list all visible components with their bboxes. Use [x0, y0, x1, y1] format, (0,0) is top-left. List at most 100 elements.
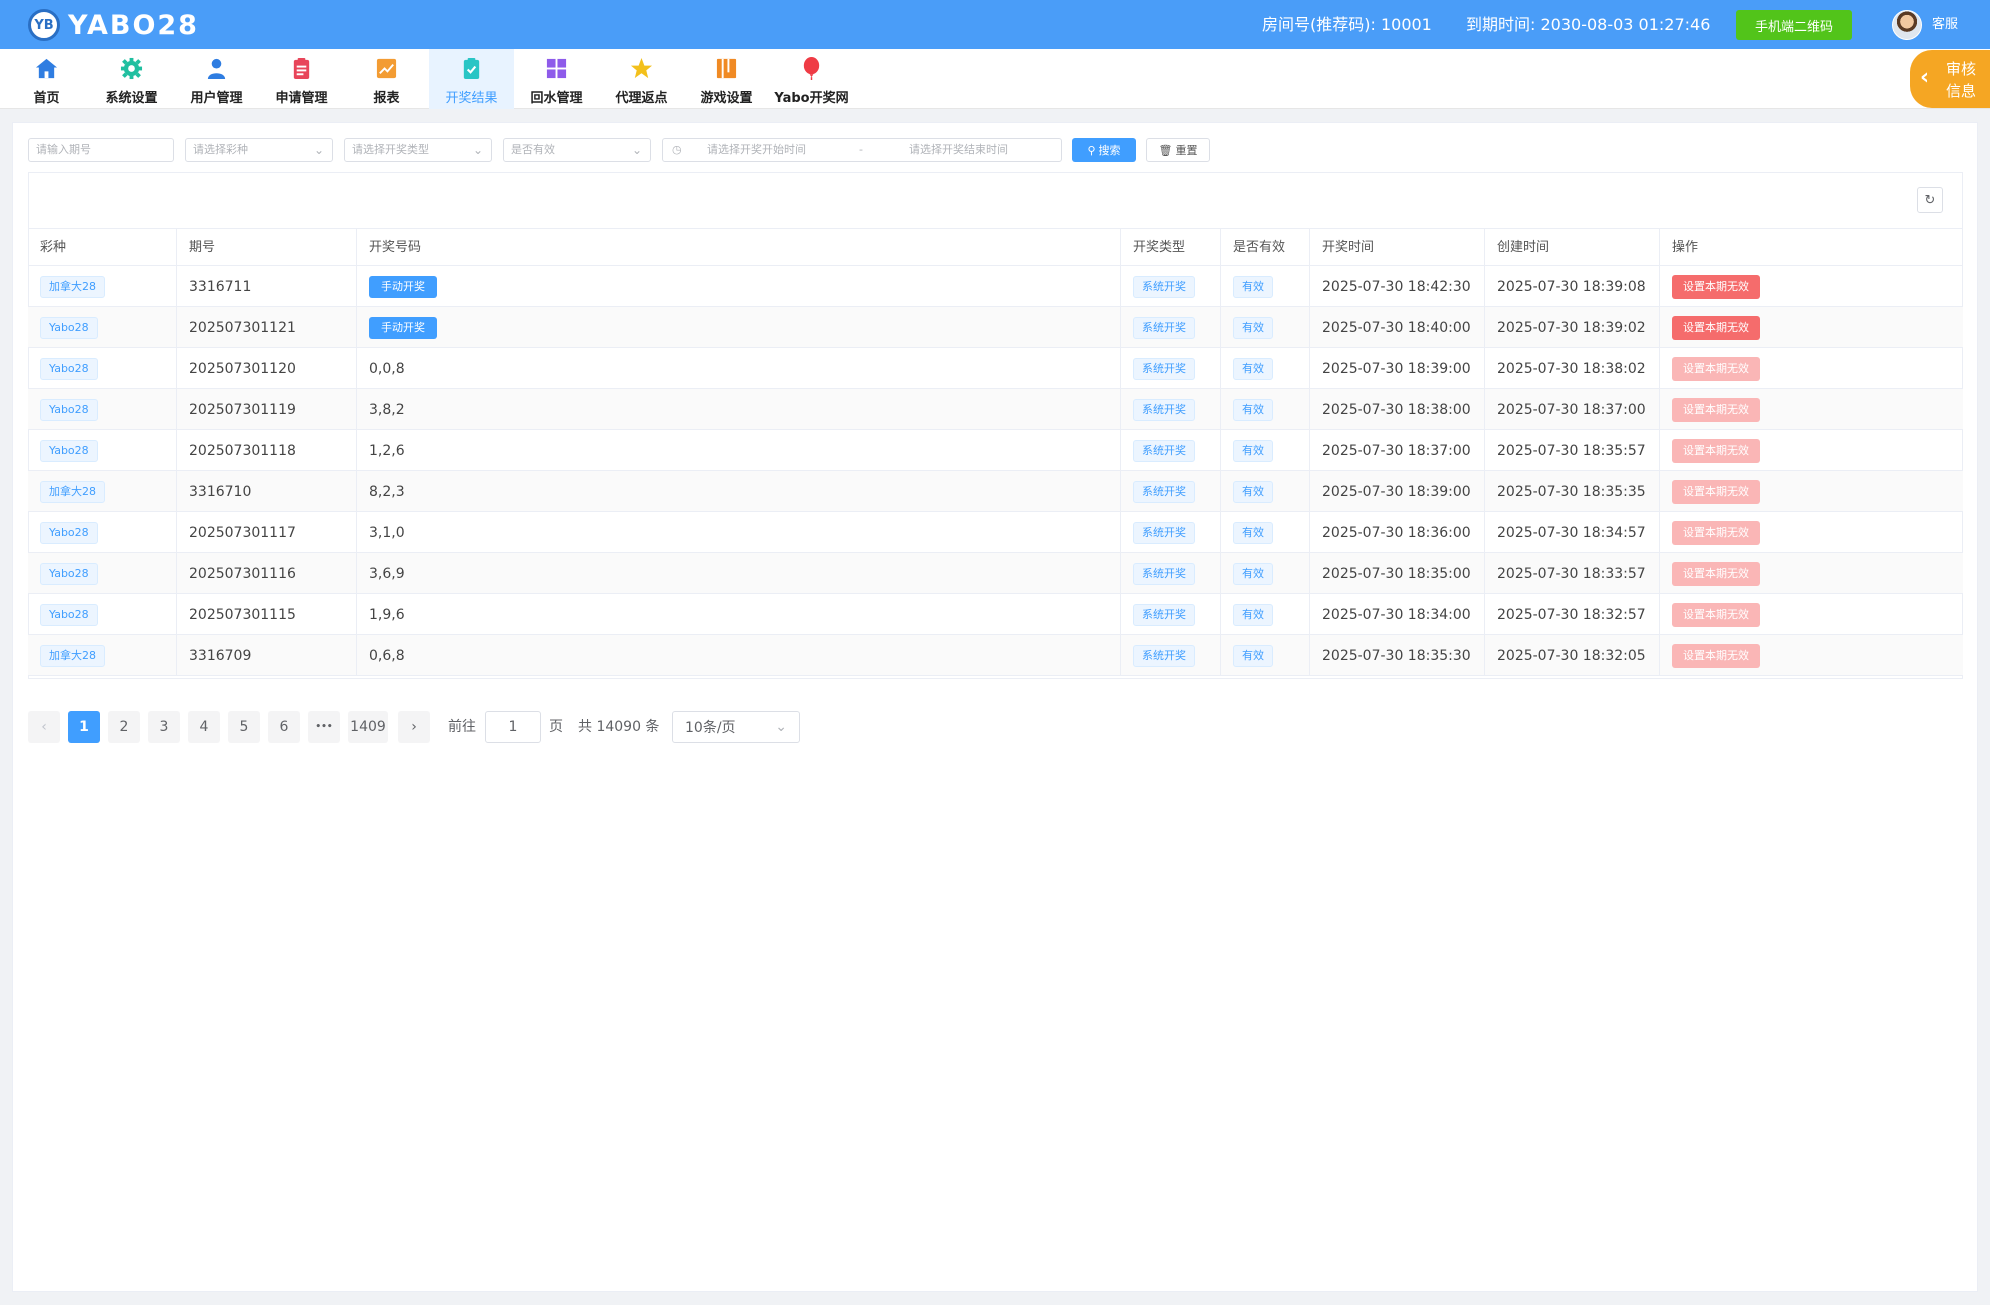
- end-time-input[interactable]: 请选择开奖结束时间: [909, 139, 1008, 161]
- cell-lottery: 加拿大28: [28, 471, 177, 512]
- prev-page-button[interactable]: ‹: [28, 711, 60, 743]
- set-invalid-button[interactable]: 设置本期无效: [1672, 438, 1760, 463]
- cell-created-time: 2025-07-30 18:33:57: [1485, 553, 1660, 594]
- page-4[interactable]: 4: [188, 711, 220, 743]
- cell-lottery: Yabo28: [28, 348, 177, 389]
- col-draw-time: 开奖时间: [1310, 229, 1485, 267]
- set-invalid-button[interactable]: 设置本期无效: [1672, 520, 1760, 545]
- goto-page-input[interactable]: 1: [485, 711, 541, 743]
- draw-numbers: 3,8,2: [369, 401, 405, 418]
- created-time: 2025-07-30 18:33:57: [1497, 565, 1646, 582]
- refresh-button[interactable]: ↻: [1917, 187, 1943, 213]
- col-issue: 期号: [177, 229, 357, 267]
- cell-issue: 3316711: [177, 266, 357, 307]
- draw-time-range[interactable]: ◷ 请选择开奖开始时间 - 请选择开奖结束时间: [662, 138, 1062, 162]
- created-time: 2025-07-30 18:34:57: [1497, 524, 1646, 541]
- logo-text: YABO28: [68, 9, 199, 41]
- avatar[interactable]: [1892, 10, 1922, 40]
- nav-item-agent-rebate[interactable]: 代理返点: [599, 49, 684, 109]
- cell-issue: 202507301117: [177, 512, 357, 553]
- reset-button[interactable]: 🗑 重置: [1146, 138, 1210, 162]
- page-unit: 页: [549, 719, 563, 735]
- reset-label: 重置: [1175, 144, 1198, 157]
- page-2[interactable]: 2: [108, 711, 140, 743]
- cell-issue: 202507301118: [177, 430, 357, 471]
- nav-item-user-management[interactable]: 用户管理: [174, 49, 259, 109]
- set-invalid-button[interactable]: 设置本期无效: [1672, 356, 1760, 381]
- nav-item-reports[interactable]: 报表: [344, 49, 429, 109]
- cell-issue: 3316709: [177, 635, 357, 676]
- cell-draw-type: 系统开奖: [1121, 430, 1221, 471]
- grid-icon: [546, 58, 567, 79]
- start-time-input[interactable]: 请选择开奖开始时间: [707, 139, 806, 161]
- set-invalid-button[interactable]: 设置本期无效: [1672, 274, 1760, 299]
- audit-info-tab[interactable]: ‹ 审核 信息: [1910, 50, 1990, 108]
- draw-numbers: 3,6,9: [369, 565, 405, 582]
- draw-type-tag: 系统开奖: [1133, 480, 1195, 503]
- cell-created-time: 2025-07-30 18:37:00: [1485, 389, 1660, 430]
- valid-tag: 有效: [1233, 398, 1273, 421]
- nav-item-home[interactable]: 首页: [4, 49, 89, 109]
- set-invalid-button[interactable]: 设置本期无效: [1672, 561, 1760, 586]
- page-1[interactable]: 1: [68, 711, 100, 743]
- draw-type-select[interactable]: 请选择开奖类型 ⌄: [344, 138, 492, 162]
- lottery-tag: Yabo28: [40, 562, 98, 585]
- cell-actions: 设置本期无效: [1660, 471, 1963, 512]
- lottery-select[interactable]: 请选择彩种 ⌄: [185, 138, 333, 162]
- draw-type-tag: 系统开奖: [1133, 439, 1195, 462]
- mobile-qr-button[interactable]: 手机端二维码: [1736, 10, 1852, 40]
- table-row: Yabo28 202507301120 0,0,8 系统开奖 有效 2025-07-30 …: [28, 348, 1963, 389]
- next-page-button[interactable]: ›: [398, 711, 430, 743]
- audit-tab-line2: 信息: [1946, 82, 1977, 100]
- nav-item-game-settings[interactable]: 游戏设置: [684, 49, 769, 109]
- page-6[interactable]: 6: [268, 711, 300, 743]
- cell-draw-type: 系统开奖: [1121, 307, 1221, 348]
- page-last[interactable]: 1409: [348, 711, 388, 743]
- cell-draw-type: 系统开奖: [1121, 553, 1221, 594]
- nav-item-system-settings[interactable]: 系统设置: [89, 49, 174, 109]
- lottery-tag: 加拿大28: [40, 275, 105, 298]
- chevron-down-icon: ⌄: [472, 143, 483, 157]
- lottery-tag: 加拿大28: [40, 480, 105, 503]
- page-5[interactable]: 5: [228, 711, 260, 743]
- page-3[interactable]: 3: [148, 711, 180, 743]
- set-invalid-button[interactable]: 设置本期无效: [1672, 315, 1760, 340]
- set-invalid-button[interactable]: 设置本期无效: [1672, 397, 1760, 422]
- set-invalid-button[interactable]: 设置本期无效: [1672, 602, 1760, 627]
- nav-item-yabo-draw-site[interactable]: Yabo开奖网: [769, 49, 854, 109]
- cell-draw-type: 系统开奖: [1121, 471, 1221, 512]
- search-button[interactable]: ⚲ 搜索: [1072, 138, 1136, 162]
- gear-icon: [120, 57, 143, 80]
- cell-numbers: 8,2,3: [357, 471, 1121, 512]
- user-name[interactable]: 客服: [1932, 0, 1958, 49]
- manual-draw-button[interactable]: 手动开奖: [369, 275, 437, 298]
- range-separator: -: [859, 143, 863, 156]
- created-time: 2025-07-30 18:39:02: [1497, 319, 1646, 336]
- nav-item-rebate-management[interactable]: 回水管理: [514, 49, 599, 109]
- issue-input[interactable]: 请输入期号: [28, 138, 174, 162]
- valid-placeholder: 是否有效: [511, 143, 555, 156]
- table-row: 加拿大28 3316710 8,2,3 系统开奖 有效 2025-07-30 18:39:…: [28, 471, 1963, 512]
- nav-label: 代理返点: [615, 91, 668, 106]
- lottery-tag: Yabo28: [40, 316, 98, 339]
- manual-draw-button[interactable]: 手动开奖: [369, 316, 437, 339]
- draw-time: 2025-07-30 18:34:00: [1322, 606, 1471, 623]
- cell-created-time: 2025-07-30 18:39:08: [1485, 266, 1660, 307]
- nav-item-application-management[interactable]: 申请管理: [259, 49, 344, 109]
- page-size-select[interactable]: 10条/页 ⌄: [672, 711, 800, 743]
- issue-number: 202507301118: [189, 442, 296, 459]
- valid-select[interactable]: 是否有效 ⌄: [503, 138, 651, 162]
- logo-mark: YB: [28, 9, 60, 41]
- logo[interactable]: YB YABO28: [28, 9, 199, 41]
- star-icon: [630, 57, 653, 79]
- cell-draw-time: 2025-07-30 18:39:00: [1310, 348, 1485, 389]
- cell-draw-type: 系统开奖: [1121, 512, 1221, 553]
- set-invalid-button[interactable]: 设置本期无效: [1672, 479, 1760, 504]
- cell-created-time: 2025-07-30 18:32:57: [1485, 594, 1660, 635]
- issue-placeholder: 请输入期号: [36, 143, 91, 156]
- nav-item-draw-results[interactable]: 开奖结果: [429, 49, 514, 109]
- trash-icon: 🗑: [1158, 143, 1173, 157]
- set-invalid-button[interactable]: 设置本期无效: [1672, 643, 1760, 668]
- chevron-down-icon: ⌄: [313, 143, 324, 157]
- more-pages-button[interactable]: •••: [308, 711, 340, 743]
